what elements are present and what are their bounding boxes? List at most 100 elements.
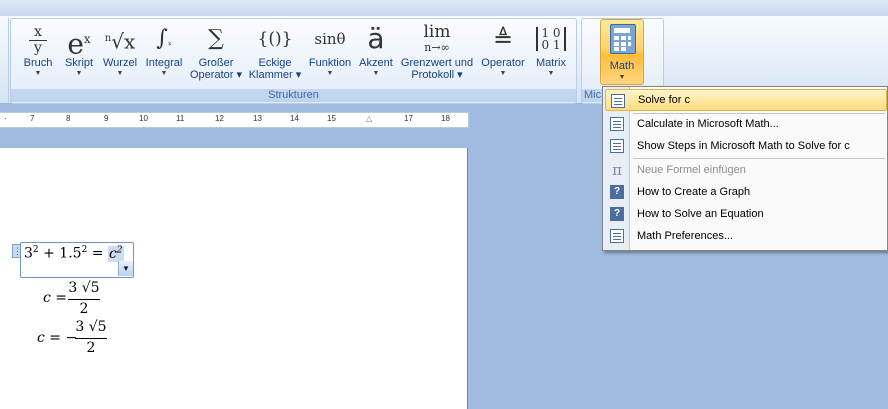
- menu-item-preferences[interactable]: Math Preferences...: [605, 225, 885, 247]
- menu-item-label: How to Solve an Equation: [637, 208, 764, 220]
- help-icon: ?: [610, 207, 624, 221]
- indent-marker-icon[interactable]: △: [366, 114, 372, 123]
- bracket-label2: Klammer ▾: [248, 69, 302, 81]
- solution1-fraction: 3 √5 2: [68, 280, 100, 320]
- menu-item-show-steps[interactable]: Show Steps in Microsoft Math to Solve fo…: [605, 135, 885, 157]
- menu-item-solve[interactable]: Solve for c: [605, 89, 887, 111]
- help-icon: ?: [610, 185, 624, 199]
- ruler-tick: 9: [104, 114, 109, 123]
- fraction-button[interactable]: xy Bruch ▼: [17, 21, 59, 89]
- bracket-label: Eckige: [258, 57, 292, 69]
- ruler-tick: 15: [327, 114, 336, 123]
- function-button[interactable]: sinθ Funktion ▼: [305, 21, 355, 89]
- ruler-dot: ·: [4, 114, 7, 123]
- limit-icon: lim n→∞: [423, 22, 451, 55]
- calculator-icon: [610, 24, 636, 54]
- chevron-down-icon: ▼: [499, 70, 507, 77]
- equation-text[interactable]: 32 + 1.52 = c2: [24, 245, 124, 262]
- chevron-down-icon: ▼: [326, 70, 334, 77]
- matrix-icon: 1 00 1: [529, 21, 573, 57]
- calculate-icon: [610, 117, 624, 131]
- equation-options-dropdown[interactable]: ▼: [118, 261, 133, 276]
- accent-button[interactable]: ä Akzent ▼: [355, 21, 397, 89]
- solution1-lhs: c =: [43, 290, 68, 306]
- chevron-down-icon: ▼: [34, 70, 42, 77]
- solve-icon: [611, 94, 625, 108]
- equation-input-box[interactable]: 32 + 1.52 = c2 ▼: [20, 242, 134, 278]
- chevron-down-icon: ▼: [116, 70, 124, 77]
- math-button-label: Math: [609, 60, 635, 72]
- script-label: Skript: [64, 57, 94, 69]
- integral-label: Integral: [145, 57, 183, 69]
- chevron-down-icon: ▼: [547, 70, 555, 77]
- operator-label: Operator: [481, 57, 525, 69]
- title-band: [0, 0, 888, 16]
- bracket-icon: {()}: [257, 29, 293, 49]
- menu-item-label: Neue Formel einfügen: [637, 164, 746, 176]
- operator-button[interactable]: ≜ Operator ▼: [477, 21, 529, 89]
- fraction-label: Bruch: [23, 57, 53, 69]
- ruler-tick: 13: [253, 114, 262, 123]
- limit-log-label2: Protokoll ▾: [411, 69, 463, 81]
- fraction-icon: xy: [17, 21, 59, 57]
- ruler-tick: 12: [215, 114, 224, 123]
- operator-icon: ≜: [492, 25, 514, 53]
- chevron-down-icon: ▼: [372, 70, 380, 77]
- function-label: Funktion: [308, 57, 352, 69]
- large-operator-label2: Operator ▾: [190, 69, 242, 81]
- menu-item-calculate[interactable]: Calculate in Microsoft Math...: [605, 113, 885, 135]
- menu-item-insert-formula: π Neue Formel einfügen: [605, 159, 885, 181]
- steps-icon: [610, 139, 624, 153]
- pi-icon: π: [612, 161, 622, 179]
- sum-icon: ∑: [208, 26, 224, 51]
- matrix-label: Matrix: [536, 57, 566, 69]
- root-icon: n√x: [104, 29, 136, 54]
- solution1-numerator: 3 √5: [68, 280, 100, 296]
- menu-item-label: Calculate in Microsoft Math...: [637, 118, 779, 130]
- menu-item-label: Solve for c: [638, 94, 690, 106]
- menu-item-label: How to Create a Graph: [637, 186, 751, 198]
- root-button[interactable]: n√x Wurzel ▼: [99, 21, 141, 89]
- script-icon: ex: [67, 27, 91, 61]
- chevron-down-icon: ▼: [618, 74, 626, 81]
- integral-button[interactable]: ∫ₓ Integral ▼: [141, 21, 187, 89]
- limit-log-button[interactable]: lim n→∞ Grenzwert und Protokoll ▾: [397, 21, 477, 89]
- menu-item-label: Show Steps in Microsoft Math to Solve fo…: [637, 140, 850, 152]
- fraction-bar: [75, 338, 107, 339]
- ruler-tick: 18: [441, 114, 450, 123]
- root-label: Wurzel: [102, 57, 138, 69]
- chevron-down-icon: ▼: [160, 70, 168, 77]
- fraction-bar: [68, 299, 100, 300]
- ruler-tick: 10: [139, 114, 148, 123]
- ruler-tick: 17: [404, 114, 413, 123]
- ruler-tick: 7: [30, 114, 35, 123]
- ruler-tick: 8: [66, 114, 71, 123]
- large-operator-button[interactable]: ∑ Großer Operator ▾: [187, 21, 245, 89]
- script-button[interactable]: ex Skript ▼: [59, 21, 99, 89]
- horizontal-ruler[interactable]: · 7 8 9 10 11 12 13 14 15 △ 17 18: [0, 112, 469, 128]
- solution2-denominator: 2: [86, 340, 96, 356]
- accent-label: Akzent: [359, 57, 393, 69]
- math-dropdown-menu: Solve for c Calculate in Microsoft Math.…: [602, 86, 888, 251]
- bracket-button[interactable]: {()} Eckige Klammer ▾: [245, 21, 305, 89]
- solution1-denominator: 2: [79, 301, 89, 317]
- ruler-tick: 14: [290, 114, 299, 123]
- integral-icon: ∫ₓ: [156, 26, 172, 51]
- ruler-tick: 11: [176, 114, 185, 123]
- ribbon-left-edge: [0, 18, 9, 102]
- menu-item-label: Math Preferences...: [637, 230, 733, 242]
- accent-icon: ä: [367, 22, 385, 55]
- preferences-icon: [610, 229, 624, 243]
- solution2-lhs: c = −: [37, 330, 78, 346]
- chevron-down-icon: ▼: [75, 70, 83, 77]
- menu-item-solve-equation[interactable]: ? How to Solve an Equation: [605, 203, 885, 225]
- solution2-fraction: 3 √5 2: [75, 319, 107, 359]
- solution2-numerator: 3 √5: [75, 319, 107, 335]
- menu-item-create-graph[interactable]: ? How to Create a Graph: [605, 181, 885, 203]
- document-page[interactable]: ⋮ 32 + 1.52 = c2 ▼ c = 3 √5 2 c = − 3 √5…: [0, 148, 468, 409]
- sin-icon: sinθ: [314, 30, 346, 48]
- matrix-button[interactable]: 1 00 1 Matrix ▼: [529, 21, 573, 89]
- group-strukturen: xy Bruch ▼ ex Skript ▼ n√x Wurzel ▼ ∫ₓ I…: [10, 18, 577, 104]
- group-label-strukturen: Strukturen: [11, 89, 576, 102]
- math-button[interactable]: Math ▼: [600, 19, 644, 85]
